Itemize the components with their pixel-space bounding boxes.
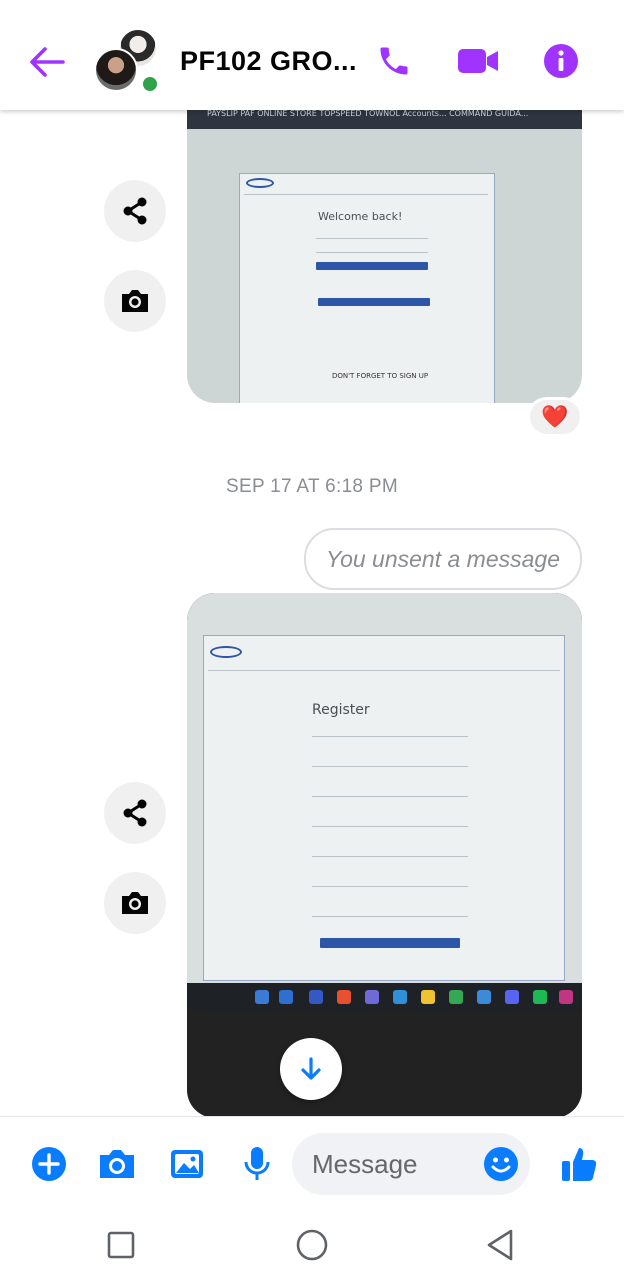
- emoji-icon[interactable]: [478, 1141, 524, 1187]
- video-camera-icon[interactable]: [452, 36, 504, 86]
- browser-tabs: PAYSLIP PAF ONLINE STORE TOPSPEED TOWNOL…: [207, 109, 529, 118]
- camera-save-button[interactable]: [104, 872, 166, 934]
- messenger-chat-screen: PF102 GRO... PAYSLIP PAF ONLINE STORE TO…: [0, 0, 624, 1280]
- camera-icon: [122, 892, 148, 914]
- thumbs-up-icon[interactable]: [556, 1141, 602, 1187]
- photo-register-heading: Register: [312, 702, 370, 718]
- system-navigation-bar: [0, 1210, 624, 1280]
- plus-icon[interactable]: [26, 1141, 72, 1187]
- heart-reaction[interactable]: ❤️: [527, 397, 583, 437]
- share-icon: [123, 799, 147, 827]
- camera-icon[interactable]: [94, 1141, 140, 1187]
- online-status-dot: [140, 74, 160, 94]
- arrow-down-icon: [301, 1057, 321, 1080]
- photo-screen-page: Register: [203, 635, 565, 981]
- home-icon[interactable]: [282, 1222, 342, 1268]
- site-logo-icon: [210, 646, 242, 658]
- recent-apps-icon[interactable]: [91, 1222, 151, 1268]
- photo-taskbar: [187, 983, 582, 1011]
- back-arrow-icon[interactable]: [22, 40, 72, 84]
- photo-signup-text: DON'T FORGET TO SIGN UP: [332, 372, 429, 380]
- share-button[interactable]: [104, 782, 166, 844]
- photo-screen-page: Welcome back! DON'T FORGET TO SIGN UP: [239, 173, 495, 403]
- scroll-to-bottom-button[interactable]: [280, 1038, 342, 1100]
- unsent-message-bubble[interactable]: You unsent a message: [304, 528, 582, 590]
- back-icon[interactable]: [470, 1222, 530, 1268]
- chat-title[interactable]: PF102 GRO...: [180, 46, 357, 77]
- image-icon[interactable]: [164, 1141, 210, 1187]
- photo-message-register-screen[interactable]: Register: [187, 593, 582, 1118]
- microphone-icon[interactable]: [234, 1141, 280, 1187]
- message-composer: [0, 1116, 624, 1210]
- share-icon: [123, 197, 147, 225]
- member-avatar-front: [94, 48, 138, 92]
- photo-message-login-screen[interactable]: PAYSLIP PAF ONLINE STORE TOPSPEED TOWNOL…: [187, 95, 582, 403]
- camera-icon: [122, 290, 148, 312]
- chat-header: PF102 GRO...: [0, 0, 624, 110]
- photo-facebook-button: [318, 298, 430, 306]
- share-button[interactable]: [104, 180, 166, 242]
- photo-login-button: [316, 262, 428, 270]
- photo-register-button: [320, 938, 460, 948]
- camera-save-button[interactable]: [104, 270, 166, 332]
- photo-welcome-heading: Welcome back!: [318, 210, 403, 223]
- phone-icon[interactable]: [368, 36, 420, 86]
- site-logo-icon: [246, 178, 274, 188]
- message-timestamp: SEP 17 AT 6:18 PM: [226, 476, 398, 497]
- info-icon[interactable]: [535, 36, 587, 86]
- group-avatar[interactable]: [94, 28, 164, 94]
